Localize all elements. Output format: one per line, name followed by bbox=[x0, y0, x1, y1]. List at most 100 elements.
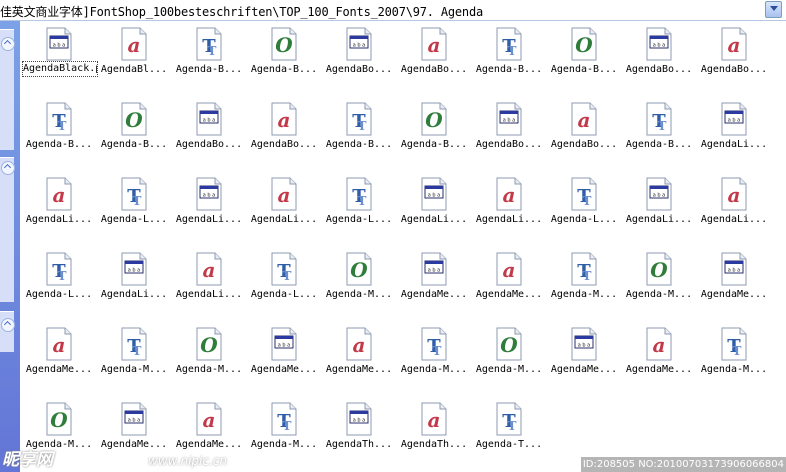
type1-font-icon[interactable]: a bbox=[419, 27, 449, 61]
file-item[interactable]: a AgendaMe... bbox=[322, 321, 396, 391]
file-label[interactable]: AgendaBo... bbox=[622, 64, 696, 76]
file-label[interactable]: AgendaLi... bbox=[247, 214, 321, 226]
file-label[interactable]: Agenda-L... bbox=[247, 289, 321, 301]
file-label[interactable]: AgendaBo... bbox=[247, 139, 321, 151]
file-item[interactable]: O Agenda-B... bbox=[247, 21, 321, 91]
opentype-font-icon[interactable]: O bbox=[119, 102, 149, 136]
truetype-font-icon[interactable]: TT bbox=[569, 252, 599, 286]
file-label[interactable]: AgendaMe... bbox=[322, 364, 396, 376]
file-label[interactable]: Agenda-L... bbox=[322, 214, 396, 226]
file-label[interactable]: AgendaLi... bbox=[97, 289, 171, 301]
file-label[interactable]: AgendaMe... bbox=[22, 364, 96, 376]
file-item[interactable]: a AgendaBo... bbox=[397, 21, 471, 91]
file-item[interactable]: a AgendaMe... bbox=[22, 321, 96, 391]
file-item[interactable]: a AgendaBl... bbox=[97, 21, 171, 91]
pfb-font-file-icon[interactable]: a b a bbox=[494, 102, 524, 136]
file-label[interactable]: AgendaLi... bbox=[172, 289, 246, 301]
file-item[interactable]: T T Agenda-T... bbox=[472, 396, 546, 466]
type1-font-icon[interactable]: a bbox=[269, 177, 299, 211]
file-item[interactable]: a b a AgendaMe... bbox=[697, 246, 771, 316]
pfb-font-file-icon[interactable]: a b a bbox=[194, 177, 224, 211]
file-label[interactable]: AgendaLi... bbox=[172, 214, 246, 226]
file-item[interactable]: a b a AgendaLi... bbox=[622, 171, 696, 241]
type1-font-icon[interactable]: a bbox=[119, 27, 149, 61]
truetype-font-icon[interactable]: TT bbox=[344, 102, 374, 136]
opentype-font-icon[interactable]: O bbox=[269, 27, 299, 61]
truetype-font-icon[interactable]: TT bbox=[44, 252, 74, 286]
file-label[interactable]: Agenda-B... bbox=[547, 64, 621, 76]
truetype-font-icon[interactable]: TT bbox=[644, 102, 674, 136]
file-label[interactable]: Agenda-M... bbox=[622, 289, 696, 301]
file-item[interactable]: T T Agenda-L... bbox=[97, 171, 171, 241]
file-item[interactable]: T T Agenda-M... bbox=[247, 396, 321, 466]
type1-font-icon[interactable]: a bbox=[344, 327, 374, 361]
file-label[interactable]: AgendaTh... bbox=[397, 439, 471, 451]
type1-font-icon[interactable]: a bbox=[719, 177, 749, 211]
file-label[interactable]: Agenda-M... bbox=[97, 364, 171, 376]
file-label[interactable]: Agenda-L... bbox=[97, 214, 171, 226]
file-label[interactable]: Agenda-T... bbox=[472, 439, 546, 451]
file-label[interactable]: AgendaBo... bbox=[322, 64, 396, 76]
file-label[interactable]: AgendaLi... bbox=[472, 214, 546, 226]
file-label[interactable]: AgendaMe... bbox=[172, 439, 246, 451]
truetype-font-icon[interactable]: TT bbox=[44, 102, 74, 136]
file-item[interactable]: a AgendaLi... bbox=[22, 171, 96, 241]
truetype-font-icon[interactable]: TT bbox=[419, 327, 449, 361]
collapse-section-icon[interactable] bbox=[1, 37, 15, 51]
file-label[interactable]: AgendaMe... bbox=[97, 439, 171, 451]
truetype-font-icon[interactable]: TT bbox=[344, 177, 374, 211]
file-item[interactable]: O Agenda-B... bbox=[547, 21, 621, 91]
truetype-font-icon[interactable]: TT bbox=[119, 177, 149, 211]
file-item[interactable]: a b a AgendaLi... bbox=[697, 96, 771, 166]
pfb-font-file-icon[interactable]: a b a bbox=[719, 252, 749, 286]
pfb-font-file-icon[interactable]: a b a bbox=[644, 177, 674, 211]
pfb-font-file-icon[interactable]: a b a bbox=[569, 327, 599, 361]
file-label[interactable]: AgendaTh... bbox=[322, 439, 396, 451]
file-item[interactable]: T T Agenda-B... bbox=[172, 21, 246, 91]
truetype-font-icon[interactable]: TT bbox=[269, 402, 299, 436]
address-bar[interactable]: 佳英文商业字体]FontShop_100besteschriften\TOP_1… bbox=[0, 0, 786, 21]
pfb-font-file-icon[interactable]: a b a bbox=[119, 252, 149, 286]
file-item[interactable]: T T Agenda-L... bbox=[247, 246, 321, 316]
pfb-font-file-icon[interactable]: a b a bbox=[344, 27, 374, 61]
type1-font-icon[interactable]: a bbox=[719, 27, 749, 61]
file-label[interactable]: Agenda-L... bbox=[547, 214, 621, 226]
file-item[interactable]: a AgendaBo... bbox=[547, 96, 621, 166]
file-label[interactable]: Agenda-M... bbox=[397, 364, 471, 376]
pfb-font-file-icon[interactable]: a b a bbox=[419, 252, 449, 286]
file-item[interactable]: T T Agenda-B... bbox=[322, 96, 396, 166]
file-label[interactable]: AgendaLi... bbox=[622, 214, 696, 226]
file-label[interactable]: AgendaBo... bbox=[547, 139, 621, 151]
file-label[interactable]: Agenda-L... bbox=[22, 289, 96, 301]
opentype-font-icon[interactable]: O bbox=[419, 102, 449, 136]
file-item[interactable]: a b a AgendaLi... bbox=[397, 171, 471, 241]
pfb-font-file-icon[interactable]: a b a bbox=[194, 102, 224, 136]
file-item[interactable]: a b a AgendaBo... bbox=[472, 96, 546, 166]
type1-font-icon[interactable]: a bbox=[494, 177, 524, 211]
file-label[interactable]: Agenda-B... bbox=[22, 139, 96, 151]
pfb-font-file-icon[interactable]: a b a bbox=[419, 177, 449, 211]
file-item[interactable]: a b a AgendaBlack.pfb bbox=[22, 21, 98, 91]
file-label[interactable]: AgendaBo... bbox=[397, 64, 471, 76]
file-item[interactable]: a b a AgendaLi... bbox=[172, 171, 246, 241]
file-item[interactable]: T T Agenda-B... bbox=[22, 96, 96, 166]
file-label[interactable]: AgendaBo... bbox=[172, 139, 246, 151]
file-label[interactable]: AgendaMe... bbox=[547, 364, 621, 376]
type1-font-icon[interactable]: a bbox=[269, 102, 299, 136]
file-item[interactable]: a AgendaLi... bbox=[697, 171, 771, 241]
file-label[interactable]: AgendaMe... bbox=[472, 289, 546, 301]
opentype-font-icon[interactable]: O bbox=[344, 252, 374, 286]
file-item[interactable]: a AgendaTh... bbox=[397, 396, 471, 466]
truetype-font-icon[interactable]: TT bbox=[494, 402, 524, 436]
type1-font-icon[interactable]: a bbox=[194, 252, 224, 286]
file-item[interactable]: T T Agenda-M... bbox=[97, 321, 171, 391]
file-item[interactable]: a b a AgendaMe... bbox=[397, 246, 471, 316]
opentype-font-icon[interactable]: O bbox=[644, 252, 674, 286]
file-item[interactable]: a b a AgendaBo... bbox=[322, 21, 396, 91]
file-label[interactable]: AgendaMe... bbox=[697, 289, 771, 301]
file-label[interactable]: AgendaMe... bbox=[397, 289, 471, 301]
file-item[interactable]: T T Agenda-M... bbox=[697, 321, 771, 391]
truetype-font-icon[interactable]: TT bbox=[119, 327, 149, 361]
file-label[interactable]: AgendaLi... bbox=[697, 139, 771, 151]
file-label[interactable]: Agenda-B... bbox=[172, 64, 246, 76]
